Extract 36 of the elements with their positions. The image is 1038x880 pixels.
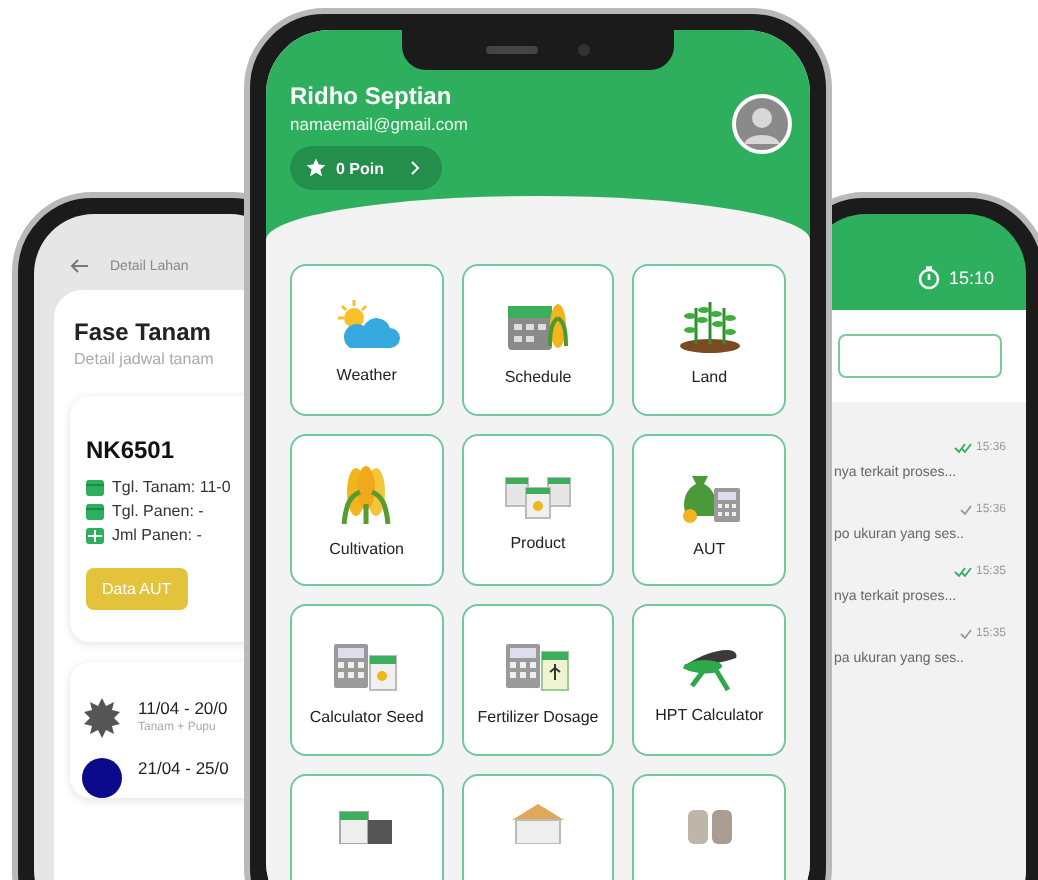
sun-cloud-icon [332, 297, 401, 353]
info-text: Tgl. Tanam: 11-0 [112, 478, 231, 496]
menu-tile[interactable]: Calculator Seed [290, 604, 444, 756]
gear-icon [82, 698, 122, 738]
grid-icon [86, 527, 104, 543]
date-range: 11/04 - 20/0 [138, 698, 228, 718]
menu-tile[interactable]: Weather [290, 264, 444, 416]
calendar-icon [86, 503, 104, 519]
avatar-icon[interactable] [732, 94, 792, 154]
info-text: Tgl. Panen: - [112, 502, 204, 520]
circle-icon [82, 758, 122, 798]
user-name: Ridho Septian [290, 82, 452, 110]
search-field[interactable] [838, 334, 1002, 378]
menu-tile[interactable]: Schedule [461, 264, 615, 416]
chevron-icon [410, 160, 421, 176]
user-email: namaemail@gmail.com [290, 114, 468, 134]
menu-tile[interactable] [461, 774, 615, 880]
timer-text: 15:10 [948, 268, 994, 288]
section-subtitle: Detail jadwal tanam [74, 350, 216, 368]
stopwatch-icon [918, 266, 941, 290]
menu-tile[interactable]: AUT [632, 434, 786, 586]
menu-tile[interactable]: Cultivation [290, 434, 444, 586]
menu-tile[interactable]: Land [632, 264, 786, 416]
menu-tile[interactable]: HPT Calculator [632, 604, 786, 756]
points-button[interactable]: 0 Poin [290, 146, 443, 190]
menu-tile[interactable]: Fertilizer Dosage [461, 604, 615, 756]
menu-tile[interactable] [632, 774, 786, 880]
date-range: 21/04 - 25/0 [138, 758, 229, 778]
section-title: Fase Tanam [74, 318, 213, 346]
menu-tile[interactable] [290, 774, 444, 880]
card-title: NK6501 [86, 436, 177, 464]
info-text: Jml Panen: - [112, 526, 202, 544]
calendar-icon [86, 479, 104, 495]
star-icon [306, 158, 326, 178]
menu-tile[interactable]: Product [461, 434, 615, 586]
back-icon[interactable] [70, 258, 90, 274]
